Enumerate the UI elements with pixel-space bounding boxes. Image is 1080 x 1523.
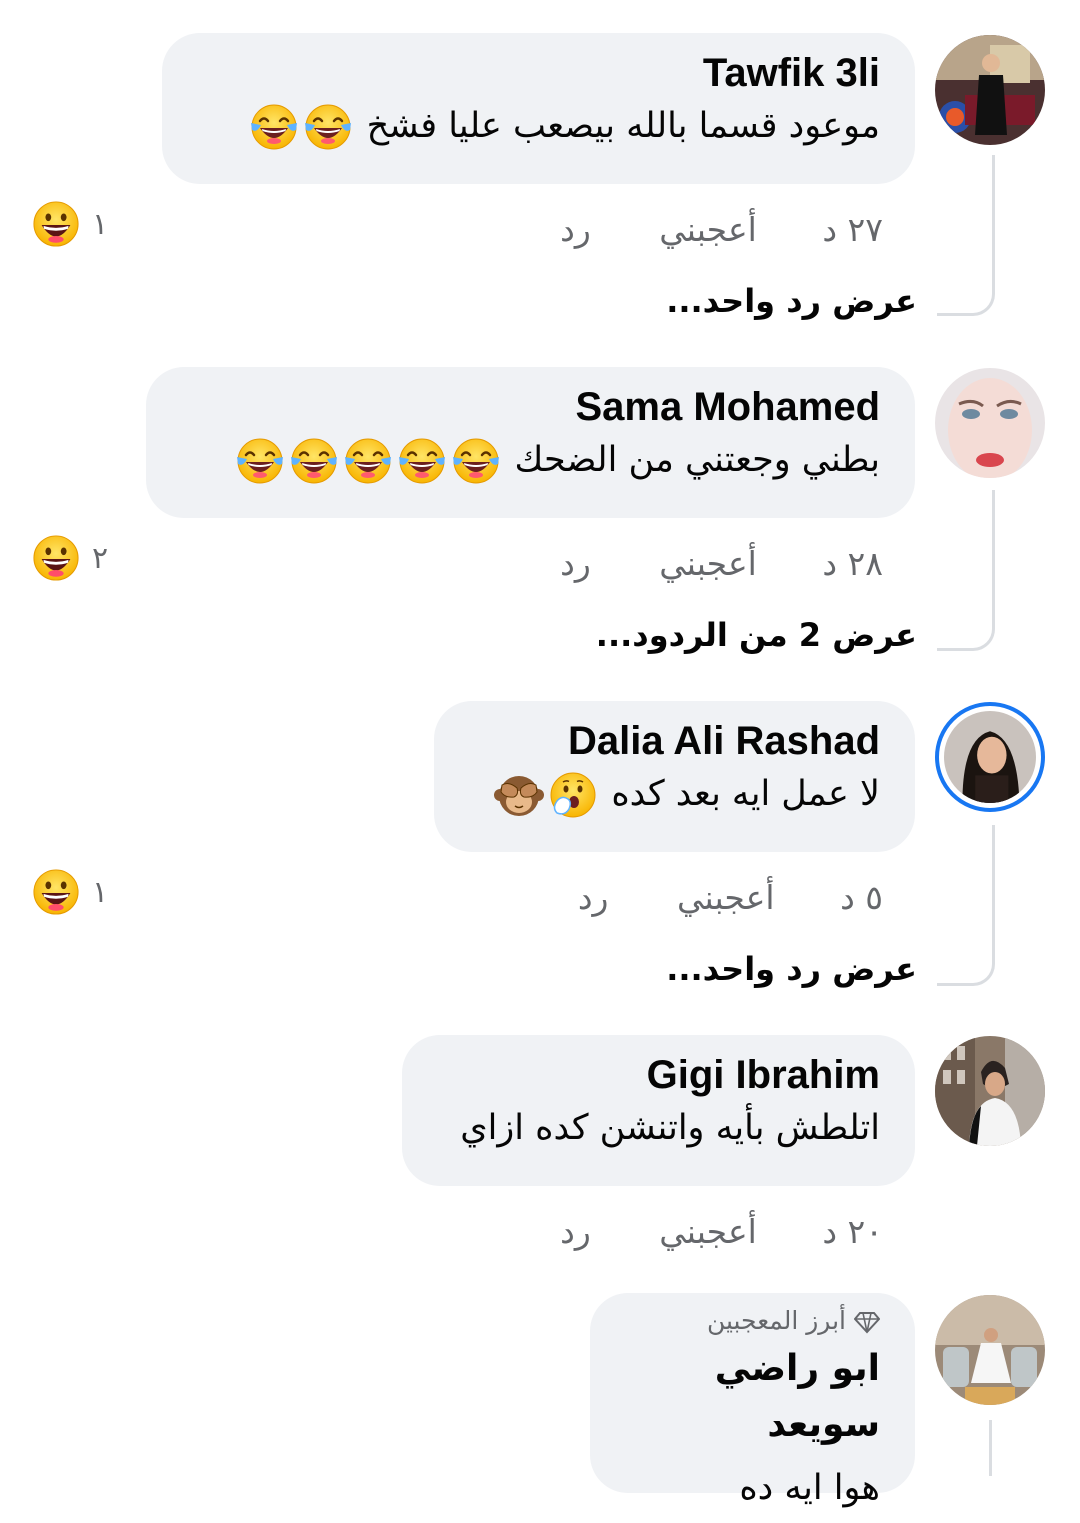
comment-bubble[interactable]: Gigi Ibrahim اتلطش بأيه واتنشن كده ازاي xyxy=(402,1035,915,1186)
avatar-photo xyxy=(935,1036,1045,1146)
comment-actions: ٢٧ د أعجبني رد xyxy=(560,210,883,250)
view-replies-link[interactable]: عرض رد واحد... xyxy=(666,282,917,320)
avatar[interactable] xyxy=(935,35,1045,145)
avatar-photo xyxy=(935,1295,1045,1405)
laughing-face-icon xyxy=(32,534,80,582)
comment-text: اتلطش بأيه واتنشن كده ازاي xyxy=(460,1108,880,1148)
reaction-count: ١ xyxy=(92,206,109,242)
like-button[interactable]: أعجبني xyxy=(659,210,757,250)
comment-text: بطني وجعتني من الضحك xyxy=(181,431,880,489)
comment-bubble[interactable]: Sama Mohamed بطني وجعتني من الضحك xyxy=(146,367,915,518)
comment-text: موعود قسما بالله بيصعب عليا فشخ xyxy=(197,97,880,155)
reply-button[interactable]: رد xyxy=(578,878,609,918)
like-button[interactable]: أعجبني xyxy=(677,878,775,918)
thread-line xyxy=(937,155,995,316)
laughing-face-icon xyxy=(32,200,80,248)
comment-time: ٢٧ د xyxy=(822,210,883,249)
avatar-photo xyxy=(935,35,1045,145)
comment-actions: ٥ د أعجبني رد xyxy=(578,878,883,918)
comment-time: ٢٠ د xyxy=(822,1212,883,1251)
comment-bubble[interactable]: Dalia Ali Rashad لا عمل ايه بعد كده xyxy=(434,701,915,852)
tears-of-joy-emoji-icon xyxy=(343,436,393,486)
tears-of-joy-emoji-icon xyxy=(397,436,447,486)
view-replies-link[interactable]: عرض 2 من الردود... xyxy=(596,616,917,654)
comment-time: ٥ د xyxy=(840,878,883,917)
view-replies-link[interactable]: عرض رد واحد... xyxy=(666,950,917,988)
comment-author[interactable]: Sama Mohamed xyxy=(181,383,880,431)
reply-button[interactable]: رد xyxy=(560,544,591,584)
reaction-summary[interactable]: ١ xyxy=(32,868,108,916)
like-button[interactable]: أعجبني xyxy=(659,1212,757,1252)
thread-line xyxy=(989,1420,992,1476)
diamond-icon xyxy=(853,1309,881,1335)
comment-text-body: موعود قسما بالله بيصعب عليا فشخ xyxy=(366,106,880,146)
top-fan-label: أبرز المعجبين xyxy=(706,1306,846,1335)
comment-actions: ٢٨ د أعجبني رد xyxy=(560,544,883,584)
avatar[interactable] xyxy=(935,1295,1045,1405)
comment-author[interactable]: ابو راضي سويعد xyxy=(625,1341,880,1453)
avatar-with-story-ring[interactable] xyxy=(935,702,1045,812)
tears-of-joy-emoji-icon xyxy=(249,102,299,152)
tears-of-joy-emoji-icon xyxy=(451,436,501,486)
comment-author[interactable]: Gigi Ibrahim xyxy=(437,1051,880,1099)
see-no-evil-monkey-emoji-icon xyxy=(494,770,545,820)
avatar-photo xyxy=(935,368,1045,478)
thread-line xyxy=(937,825,995,986)
reaction-summary[interactable]: ٢ xyxy=(32,534,108,582)
comment-text: لا عمل ايه بعد كده xyxy=(469,765,880,823)
comment-time: ٢٨ د xyxy=(822,544,883,583)
face-with-hand-over-mouth-emoji-icon xyxy=(548,770,598,820)
avatar[interactable] xyxy=(935,1036,1045,1146)
comment-bubble[interactable]: Tawfik 3li موعود قسما بالله بيصعب عليا ف… xyxy=(162,33,915,184)
reply-button[interactable]: رد xyxy=(560,1212,591,1252)
comment-text: هوا ايه ده xyxy=(739,1468,880,1508)
comment-actions: ٢٠ د أعجبني رد xyxy=(560,1212,883,1252)
comment-text-body: بطني وجعتني من الضحك xyxy=(514,440,880,480)
reaction-count: ٢ xyxy=(92,540,109,576)
reply-button[interactable]: رد xyxy=(560,210,591,250)
thread-line xyxy=(937,490,995,651)
laughing-face-icon xyxy=(32,868,80,916)
comment-text-body: لا عمل ايه بعد كده xyxy=(611,774,880,814)
comment-author[interactable]: Tawfik 3li xyxy=(197,49,880,97)
comment-bubble[interactable]: أبرز المعجبين ابو راضي سويعد هوا ايه ده xyxy=(590,1293,915,1508)
tears-of-joy-emoji-icon xyxy=(289,436,339,486)
avatar-photo xyxy=(944,711,1036,803)
comment-author[interactable]: Dalia Ali Rashad xyxy=(469,717,880,765)
like-button[interactable]: أعجبني xyxy=(659,544,757,584)
tears-of-joy-emoji-icon xyxy=(303,102,353,152)
top-fan-badge: أبرز المعجبين xyxy=(625,1305,881,1337)
reaction-count: ١ xyxy=(92,874,109,910)
tears-of-joy-emoji-icon xyxy=(235,436,285,486)
avatar[interactable] xyxy=(935,368,1045,478)
reaction-summary[interactable]: ١ xyxy=(32,200,108,248)
